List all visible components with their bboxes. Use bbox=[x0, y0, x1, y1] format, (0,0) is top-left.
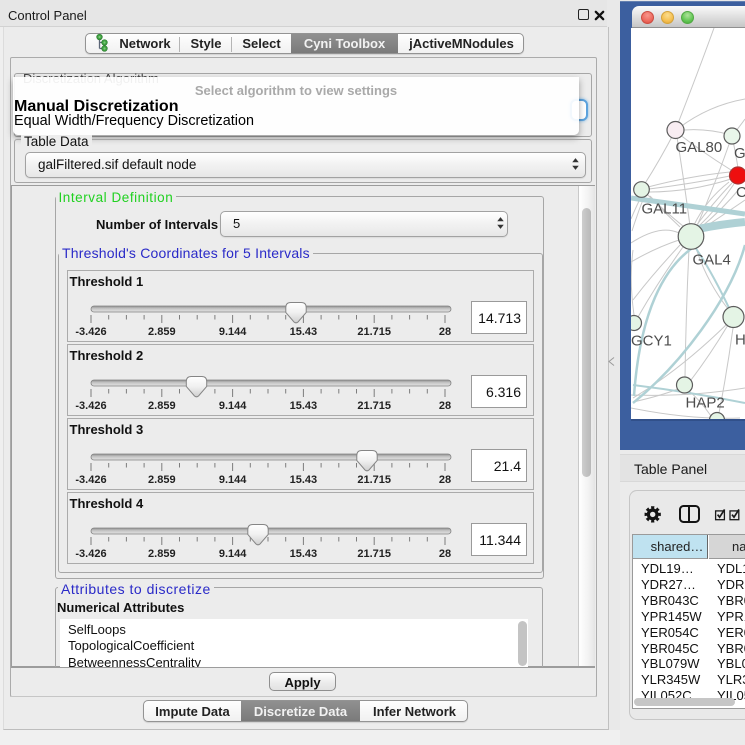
svg-text:CD: CD bbox=[736, 184, 745, 201]
svg-text:2.859: 2.859 bbox=[148, 326, 176, 338]
svg-text:GA: GA bbox=[734, 145, 745, 162]
svg-text:-3.426: -3.426 bbox=[75, 548, 106, 560]
svg-text:15.43: 15.43 bbox=[290, 400, 318, 412]
svg-text:-3.426: -3.426 bbox=[75, 400, 106, 412]
svg-text:2.859: 2.859 bbox=[148, 474, 176, 486]
svg-text:HAP2: HAP2 bbox=[686, 395, 725, 412]
svg-text:21.715: 21.715 bbox=[357, 474, 391, 486]
svg-text:28: 28 bbox=[439, 548, 451, 560]
svg-text:2.859: 2.859 bbox=[148, 400, 176, 412]
svg-text:2.859: 2.859 bbox=[148, 548, 176, 560]
svg-text:28: 28 bbox=[439, 474, 451, 486]
svg-text:28: 28 bbox=[439, 326, 451, 338]
svg-text:15.43: 15.43 bbox=[290, 548, 318, 560]
svg-text:28: 28 bbox=[439, 400, 451, 412]
svg-text:GCY1: GCY1 bbox=[631, 333, 672, 350]
svg-text:21.715: 21.715 bbox=[357, 400, 391, 412]
svg-text:HIS4: HIS4 bbox=[735, 332, 745, 349]
svg-text:-3.426: -3.426 bbox=[75, 474, 106, 486]
svg-text:15.43: 15.43 bbox=[290, 474, 318, 486]
svg-text:9.144: 9.144 bbox=[219, 326, 247, 338]
svg-text:-3.426: -3.426 bbox=[75, 326, 106, 338]
svg-text:9.144: 9.144 bbox=[219, 548, 247, 560]
svg-text:9.144: 9.144 bbox=[219, 474, 247, 486]
svg-text:21.715: 21.715 bbox=[357, 326, 391, 338]
svg-text:GAL11: GAL11 bbox=[642, 201, 688, 218]
svg-text:GAL80: GAL80 bbox=[676, 139, 723, 156]
svg-text:15.43: 15.43 bbox=[290, 326, 318, 338]
svg-text:9.144: 9.144 bbox=[219, 400, 247, 412]
svg-text:21.715: 21.715 bbox=[357, 548, 391, 560]
svg-text:GAL4: GAL4 bbox=[693, 252, 731, 269]
